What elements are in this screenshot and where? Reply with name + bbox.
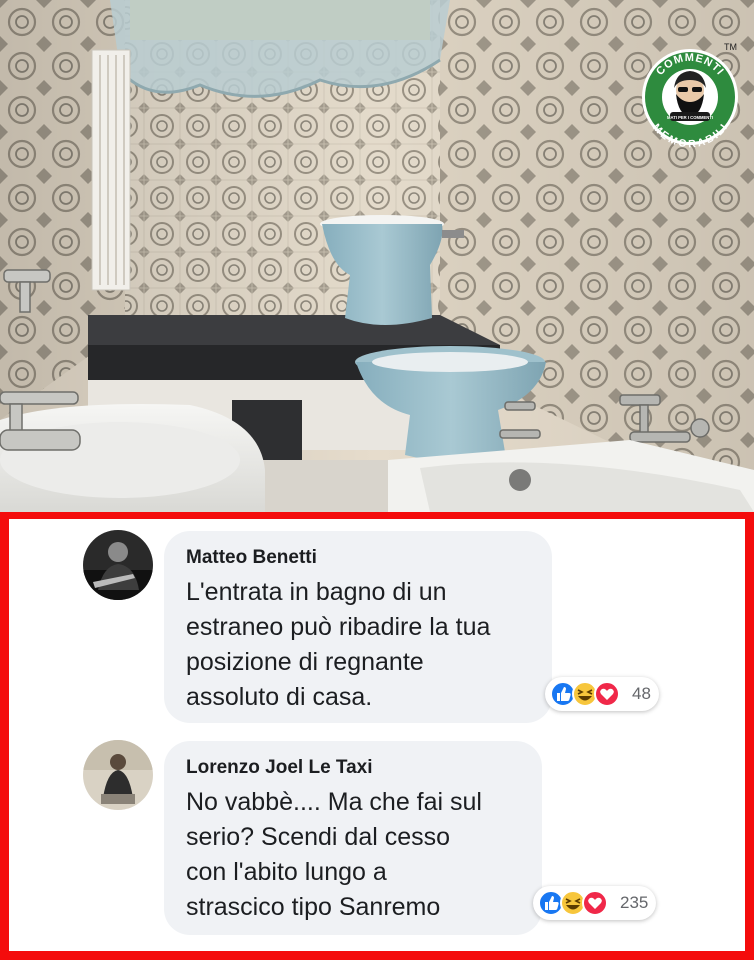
- comment-author[interactable]: Lorenzo Joel Le Taxi: [186, 755, 522, 781]
- comment-line: No vabbè.... Ma che fai sul: [186, 788, 482, 816]
- commenti-memorabili-logo: MATI PER I COMMENTI COMMENTI MEMORABILI: [640, 40, 740, 154]
- like-icon: [550, 681, 576, 707]
- haha-icon: [560, 890, 586, 916]
- comment-line: posizione di regnante: [186, 648, 424, 676]
- love-icon: [594, 681, 620, 707]
- love-icon: [582, 890, 608, 916]
- comment-line: strascico tipo Sanremo: [186, 893, 441, 921]
- like-icon: [538, 890, 564, 916]
- comment-bubble: Matteo Benetti L'entrata in bagno di un …: [164, 531, 552, 723]
- comment-bubble: Lorenzo Joel Le Taxi No vabbè.... Ma che…: [164, 741, 542, 935]
- avatar[interactable]: [83, 530, 153, 600]
- comment-line: estraneo può ribadire la tua: [186, 613, 491, 641]
- avatar[interactable]: [83, 740, 153, 810]
- reaction-count: 48: [632, 684, 651, 703]
- comment-text: No vabbè.... Ma che fai sul serio? Scend…: [186, 785, 522, 925]
- comment-author[interactable]: Matteo Benetti: [186, 545, 532, 571]
- haha-icon: [572, 681, 598, 707]
- reaction-count: 235: [620, 893, 649, 912]
- comment-line: assoluto di casa.: [186, 683, 373, 711]
- trademark-mark: TM: [724, 42, 737, 52]
- logo-tagline: MATI PER I COMMENTI: [667, 115, 713, 120]
- reactions-summary[interactable]: 48: [545, 677, 659, 711]
- reactions-summary[interactable]: 235: [533, 886, 657, 920]
- comment-line: serio? Scendi dal cesso: [186, 823, 451, 851]
- comment-text: L'entrata in bagno di un estraneo può ri…: [186, 575, 532, 715]
- comment-line: L'entrata in bagno di un: [186, 578, 447, 606]
- comment-line: con l'abito lungo a: [186, 858, 387, 886]
